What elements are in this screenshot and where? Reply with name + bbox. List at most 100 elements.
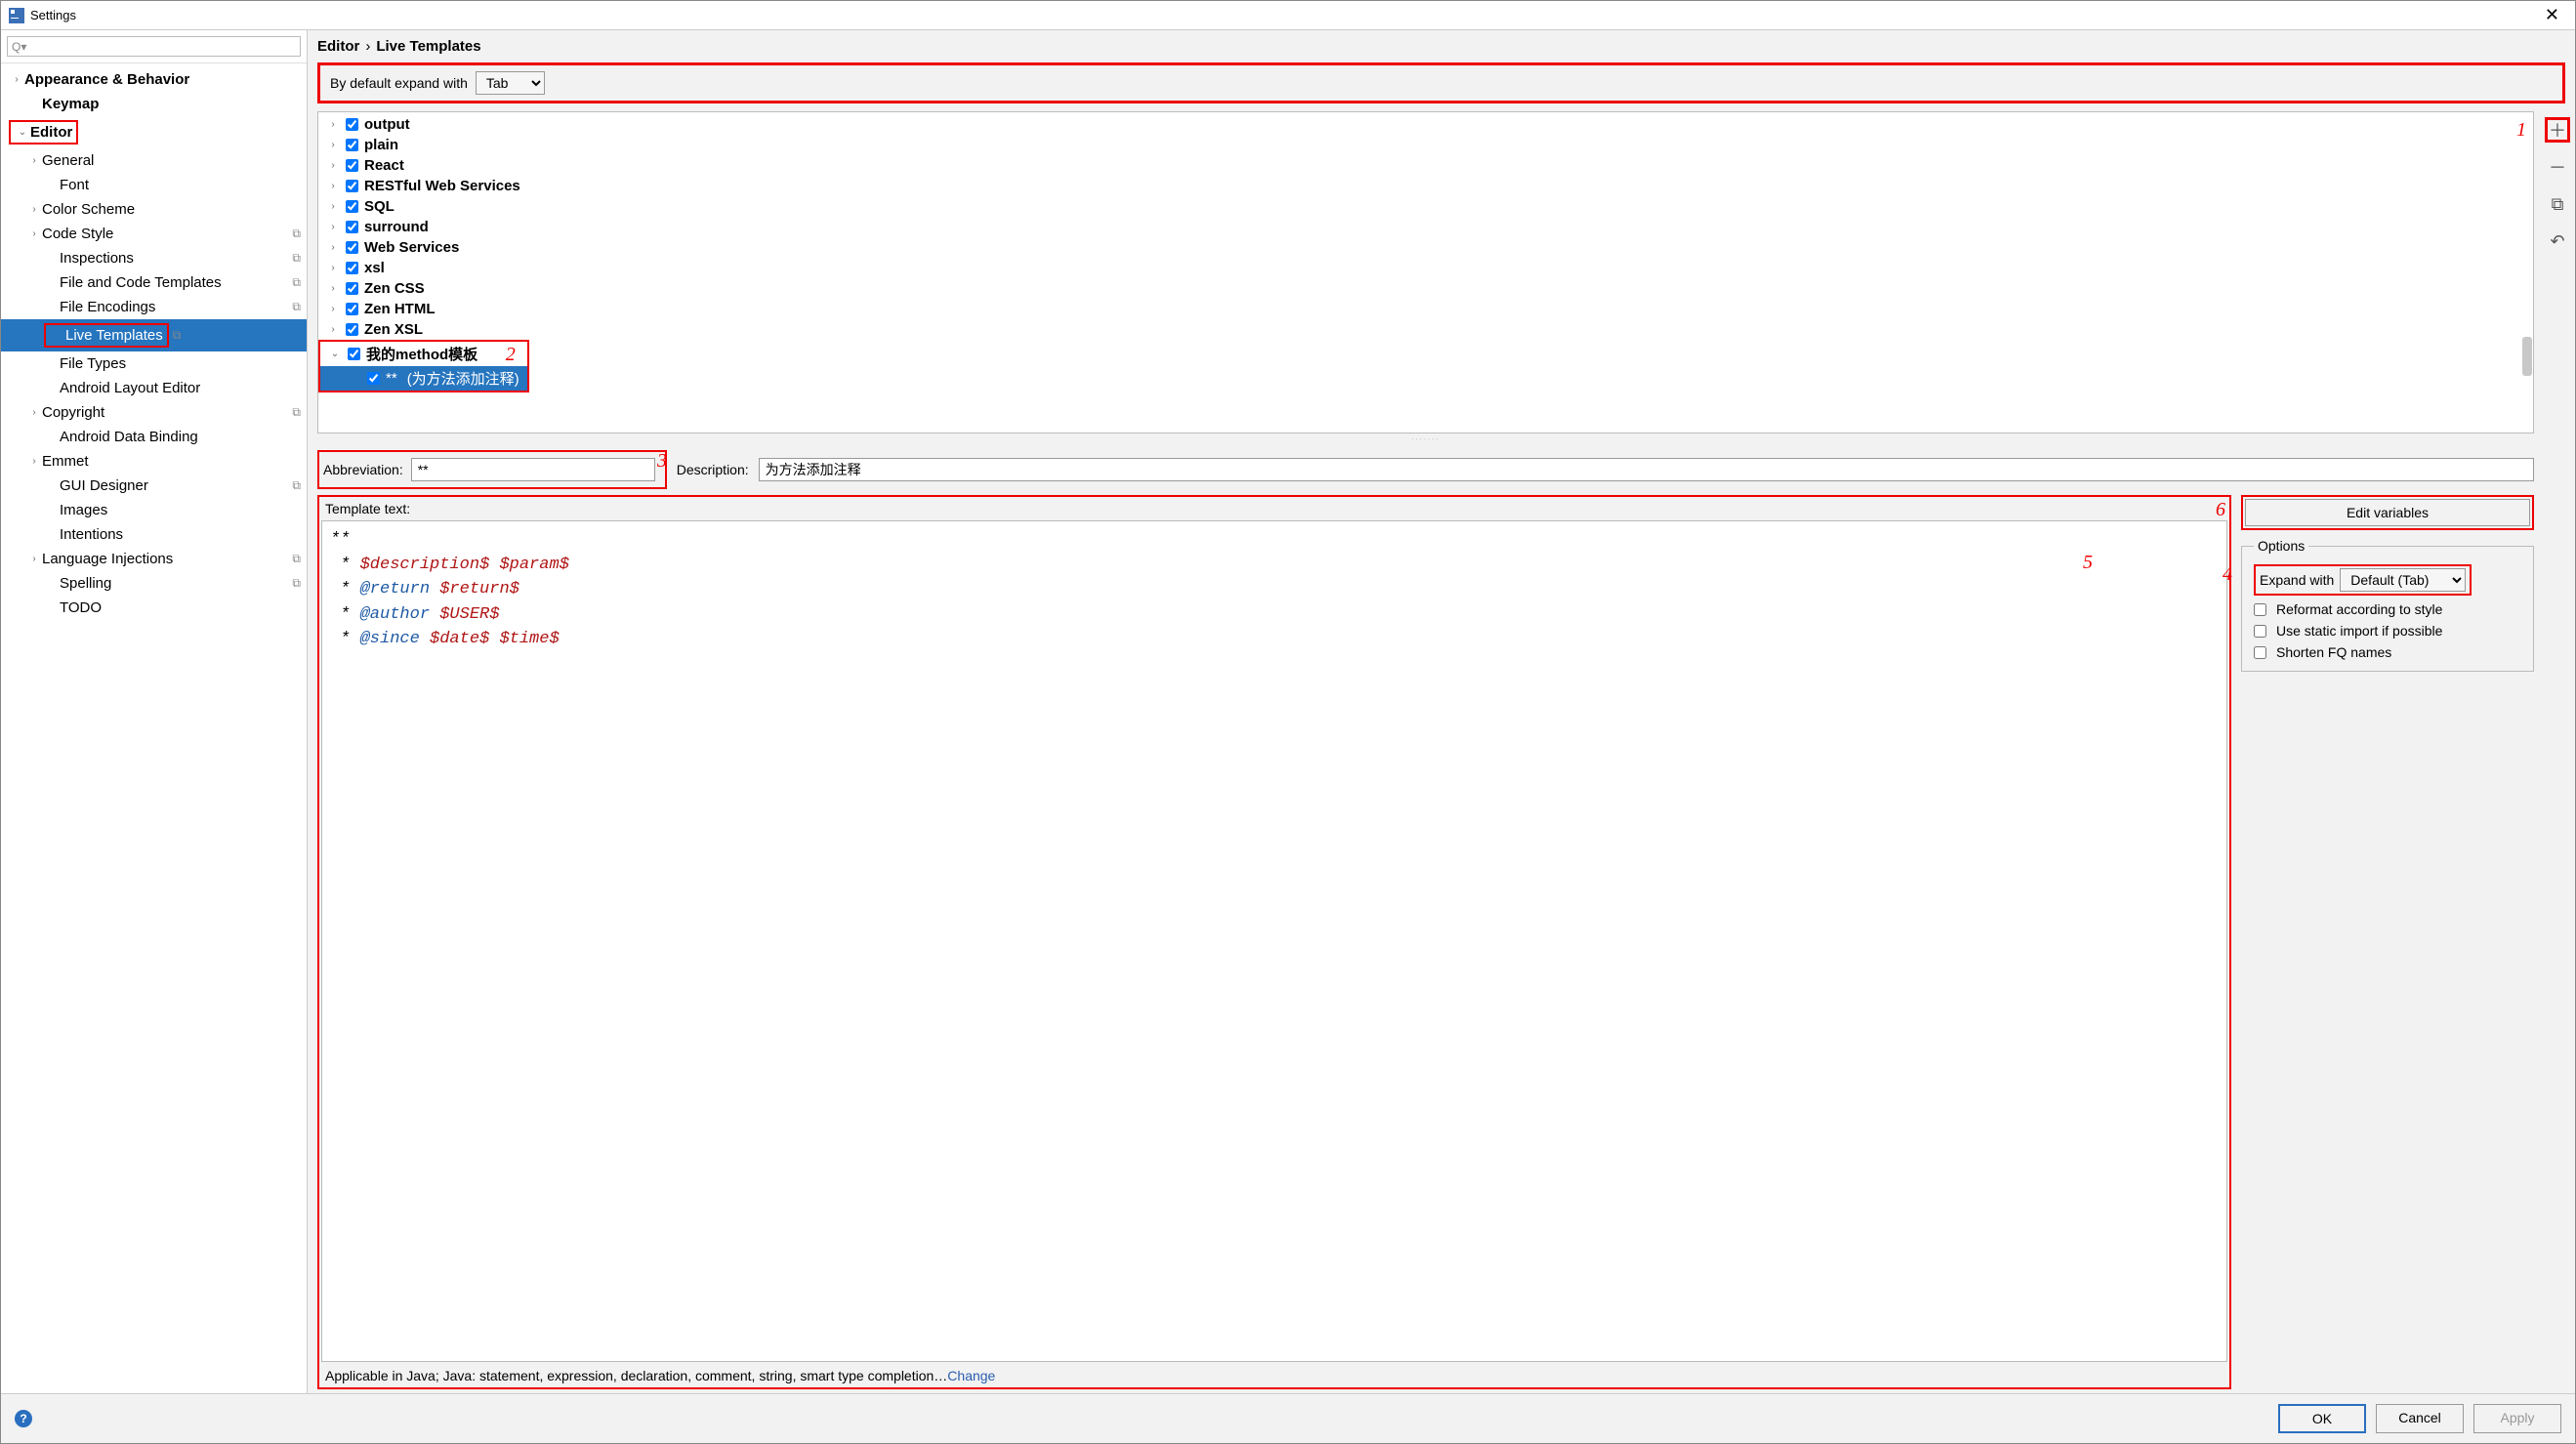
sidebar-item-inspections[interactable]: Inspections⧉	[1, 246, 307, 270]
chevron-icon: ›	[9, 74, 24, 85]
chevron-icon: ›	[26, 554, 42, 564]
sidebar-item-gui-designer[interactable]: GUI Designer⧉	[1, 474, 307, 498]
splitter[interactable]: ∙∙∙∙∙∙∙	[317, 433, 2534, 444]
group-checkbox[interactable]	[346, 139, 358, 151]
group-checkbox[interactable]	[346, 118, 358, 131]
sidebar-item-spelling[interactable]: Spelling⧉	[1, 571, 307, 596]
scope-icon: ⧉	[292, 405, 301, 420]
sidebar-item-images[interactable]: Images	[1, 498, 307, 522]
template-item[interactable]: **(为方法添加注释)	[320, 366, 527, 391]
static-import-checkbox[interactable]	[2254, 625, 2266, 638]
sidebar-item-font[interactable]: Font	[1, 173, 307, 197]
sidebar-item-emmet[interactable]: ›Emmet	[1, 449, 307, 474]
sidebar-item-file-encodings[interactable]: File Encodings⧉	[1, 295, 307, 319]
group-checkbox[interactable]	[346, 262, 358, 274]
close-button[interactable]: ✕	[2537, 5, 2567, 25]
edit-variables-button[interactable]: Edit variables	[2245, 499, 2530, 526]
window-title: Settings	[30, 8, 76, 22]
cancel-button[interactable]: Cancel	[2376, 1404, 2464, 1433]
expand-select[interactable]: Tab	[476, 71, 545, 95]
group-name: 我的method模板	[366, 344, 478, 364]
expandwith-wrap: Expand with Default (Tab)	[2254, 564, 2472, 596]
template-group--method-[interactable]: ⌄我的method模板	[320, 342, 527, 366]
search-box[interactable]: Q▾	[7, 36, 301, 57]
template-group-output[interactable]: ›output	[318, 114, 2533, 135]
chevron-icon: ›	[26, 155, 42, 166]
search-input[interactable]	[28, 39, 296, 54]
desc-input[interactable]	[759, 458, 2534, 481]
sidebar-item-general[interactable]: ›General	[1, 148, 307, 173]
body: Q▾ ›Appearance & BehaviorKeymap⌄Editor›G…	[1, 30, 2575, 1393]
template-text-col: Template text: ** * $description$ $param…	[317, 495, 2231, 1389]
sidebar-item-label: Font	[60, 177, 301, 193]
template-group-zen-html[interactable]: › Zen HTML	[318, 299, 2533, 319]
template-group-sql[interactable]: ›SQL	[318, 196, 2533, 217]
sidebar-item-code-style[interactable]: ›Code Style⧉	[1, 222, 307, 246]
reformat-checkbox[interactable]	[2254, 603, 2266, 616]
help-button[interactable]: ?	[15, 1410, 32, 1427]
abbrev-wrap: Abbreviation:	[317, 450, 667, 489]
group-name: Zen HTML	[364, 301, 436, 317]
sidebar-item-label: File Types	[60, 355, 301, 372]
reformat-label: Reformat according to style	[2276, 601, 2442, 617]
group-checkbox[interactable]	[346, 180, 358, 192]
abbrev-input[interactable]	[411, 458, 655, 481]
group-name: Zen CSS	[364, 280, 425, 297]
content-left: ›output›plain›React›RESTful Web Services…	[317, 111, 2534, 1389]
change-link[interactable]: Change	[947, 1368, 995, 1383]
group-checkbox[interactable]	[346, 221, 358, 233]
sidebar-item-appearance-behavior[interactable]: ›Appearance & Behavior	[1, 67, 307, 92]
template-group-plain[interactable]: ›plain	[318, 135, 2533, 155]
expand-with-select[interactable]: Default (Tab)	[2340, 568, 2466, 592]
template-group-surround[interactable]: ›surround	[318, 217, 2533, 237]
settings-window: Settings ✕ Q▾ ›Appearance & BehaviorKeym…	[0, 0, 2576, 1444]
sidebar-item-label: Code Style	[42, 226, 288, 242]
sidebar-item-android-layout-editor[interactable]: Android Layout Editor	[1, 376, 307, 400]
sidebar-item-android-data-binding[interactable]: Android Data Binding	[1, 425, 307, 449]
shorten-row[interactable]: Shorten FQ names	[2254, 641, 2525, 663]
template-group-react[interactable]: ›React	[318, 155, 2533, 176]
template-group-xsl[interactable]: ›xsl	[318, 258, 2533, 278]
sidebar-item-file-and-code-templates[interactable]: File and Code Templates⧉	[1, 270, 307, 295]
sidebar-item-live-templates[interactable]: Live Templates⧉	[1, 319, 307, 351]
chevron-icon: ›	[326, 304, 340, 314]
copy-button[interactable]: ⧉	[2545, 191, 2570, 217]
template-group-list[interactable]: ›output›plain›React›RESTful Web Services…	[317, 111, 2534, 433]
sidebar-item-editor[interactable]: ⌄Editor	[1, 116, 307, 148]
group-checkbox[interactable]	[346, 303, 358, 315]
template-checkbox[interactable]	[367, 372, 380, 385]
sidebar-item-label: Language Injections	[42, 551, 288, 567]
group-checkbox[interactable]	[346, 282, 358, 295]
sidebar-item-file-types[interactable]: File Types	[1, 351, 307, 376]
revert-button[interactable]: ↶	[2545, 228, 2570, 254]
sidebar-item-label: GUI Designer	[60, 477, 288, 494]
sidebar-item-intentions[interactable]: Intentions	[1, 522, 307, 547]
group-checkbox[interactable]	[346, 159, 358, 172]
group-checkbox[interactable]	[348, 348, 360, 360]
settings-tree[interactable]: ›Appearance & BehaviorKeymap⌄Editor›Gene…	[1, 63, 307, 1393]
template-group-restful-web-services[interactable]: ›RESTful Web Services	[318, 176, 2533, 196]
static-import-row[interactable]: Use static import if possible	[2254, 620, 2525, 641]
template-text-area[interactable]: ** * $description$ $param$ * @return $re…	[321, 520, 2227, 1362]
template-group-web-services[interactable]: ›Web Services	[318, 237, 2533, 258]
remove-button[interactable]: －	[2545, 154, 2570, 180]
group-checkbox[interactable]	[346, 241, 358, 254]
scope-icon: ⧉	[173, 328, 182, 343]
sidebar-item-keymap[interactable]: Keymap	[1, 92, 307, 116]
sidebar-item-language-injections[interactable]: ›Language Injections⧉	[1, 547, 307, 571]
group-checkbox[interactable]	[346, 200, 358, 213]
ok-button[interactable]: OK	[2278, 1404, 2366, 1433]
sidebar-item-color-scheme[interactable]: ›Color Scheme	[1, 197, 307, 222]
template-group-zen-xsl[interactable]: ›Zen XSL	[318, 319, 2533, 340]
scrollbar-thumb[interactable]	[2522, 337, 2532, 376]
apply-button[interactable]: Apply	[2473, 1404, 2561, 1433]
search-icon: Q▾	[12, 40, 26, 54]
sidebar-item-copyright[interactable]: ›Copyright⧉	[1, 400, 307, 425]
main: Editor › Live Templates By default expan…	[308, 30, 2575, 1393]
reformat-row[interactable]: Reformat according to style	[2254, 598, 2525, 620]
group-checkbox[interactable]	[346, 323, 358, 336]
add-button[interactable]: ＋	[2545, 117, 2570, 143]
shorten-checkbox[interactable]	[2254, 646, 2266, 659]
template-group-zen-css[interactable]: ›Zen CSS	[318, 278, 2533, 299]
sidebar-item-todo[interactable]: TODO	[1, 596, 307, 620]
